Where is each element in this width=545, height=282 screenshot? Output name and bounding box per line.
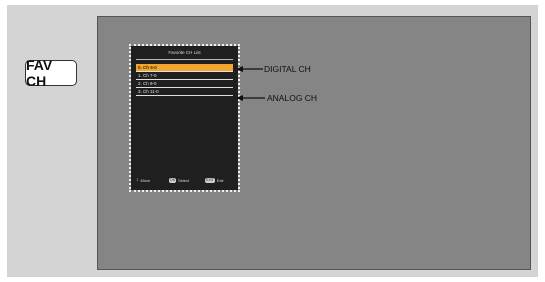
analog-ch-label: ANALOG CH: [267, 93, 318, 103]
move-hint-label: Move: [140, 177, 151, 183]
up-down-arrow-icon: ↕: [136, 177, 139, 183]
fav-ch-button[interactable]: FAV CH: [25, 57, 77, 89]
channel-list-item[interactable]: 3. Ch 11-0: [136, 88, 233, 96]
select-hint-label: Select: [178, 177, 190, 183]
exit-hint-label: Exit: [216, 177, 224, 183]
channel-list-item[interactable]: 1. Ch 7-0: [136, 72, 233, 80]
analog-callout-arrow: [236, 95, 265, 101]
ok-key-icon: OK: [169, 177, 177, 183]
select-hint: OK Select: [169, 176, 189, 184]
osd-footer: ↕ Move OK Select EXIT Exit: [135, 176, 234, 184]
channel-list-item[interactable]: 2. Ch 9-0: [136, 80, 233, 88]
title-divider: [136, 59, 233, 60]
exit-key-icon: EXIT: [205, 177, 215, 183]
digital-callout-arrow: [236, 66, 263, 72]
move-hint: ↕ Move: [136, 176, 150, 184]
favorite-channel-list-window: Favorite CH List 0. Ch 5-0 1. Ch 7-0 2. …: [131, 46, 238, 190]
osd-title: Favorite CH List: [168, 50, 201, 55]
exit-hint: EXIT Exit: [205, 176, 223, 184]
channel-list: 0. Ch 5-0 1. Ch 7-0 2. Ch 9-0 3. Ch 11-0: [136, 64, 233, 96]
digital-ch-label: DIGITAL CH: [264, 64, 311, 74]
channel-list-item[interactable]: 0. Ch 5-0: [136, 64, 233, 72]
